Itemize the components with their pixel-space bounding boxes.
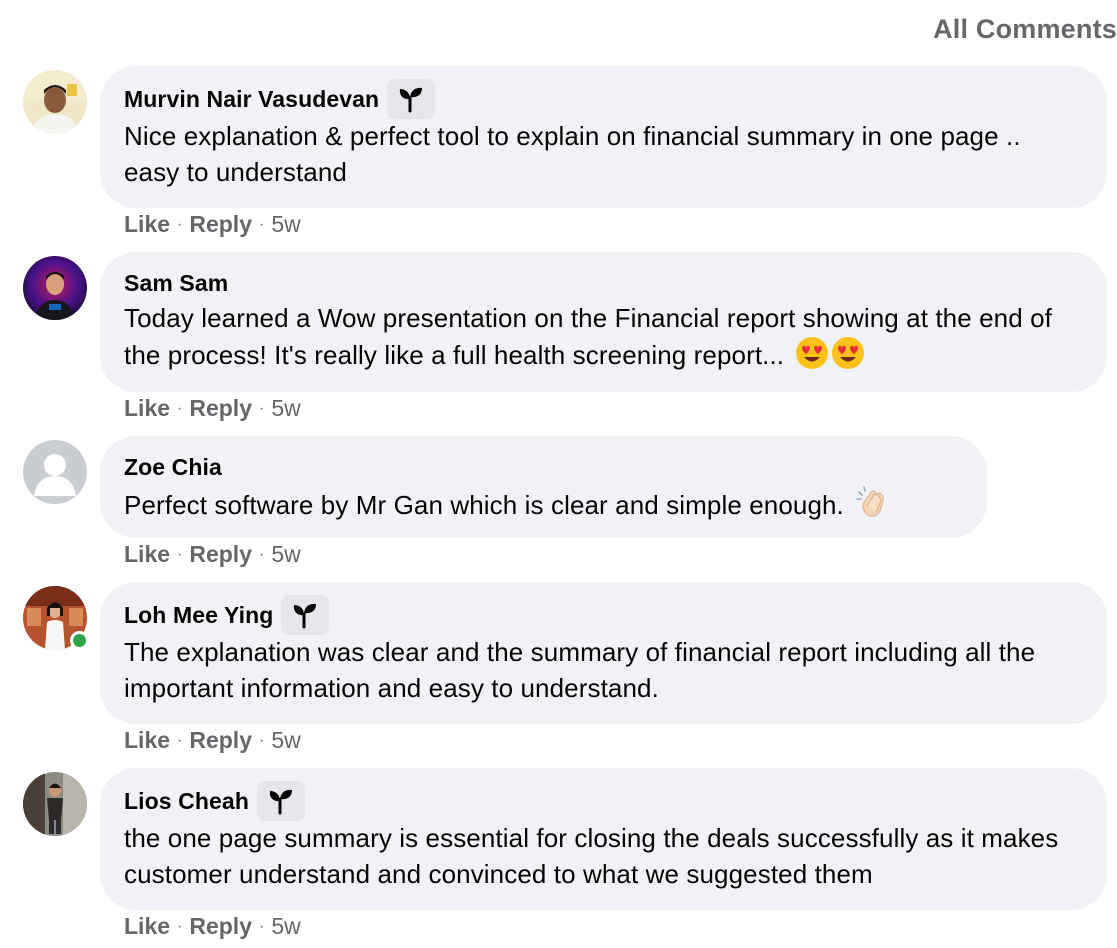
seedling-icon (294, 603, 317, 629)
comment-bubble: Sam Sam Today learned a Wow presentation… (100, 252, 1107, 392)
separator-dot: · (177, 399, 183, 417)
like-button[interactable]: Like (124, 395, 170, 422)
like-button[interactable]: Like (124, 211, 170, 238)
author-name[interactable]: Lios Cheah (124, 788, 249, 815)
reply-button[interactable]: Reply (189, 541, 252, 568)
comment-actions: Like · Reply · 5w (124, 913, 301, 940)
comment-bubble: Zoe Chia Perfect software by Mr Gan whic… (100, 436, 987, 538)
avatar[interactable] (23, 772, 87, 836)
heart-eyes-emoji (795, 336, 829, 379)
avatar[interactable] (23, 586, 89, 650)
separator-dot: · (259, 731, 265, 749)
separator-dot: · (177, 545, 183, 563)
like-button[interactable]: Like (124, 727, 170, 754)
rising-fan-badge[interactable] (256, 781, 305, 821)
avatar[interactable] (23, 440, 87, 504)
avatar[interactable] (23, 70, 87, 134)
comment-filter-dropdown[interactable]: All Comments (933, 14, 1117, 45)
separator-dot: · (259, 545, 265, 563)
comment-bubble: Murvin Nair Vasudevan Nice explanation &… (100, 66, 1107, 208)
separator-dot: · (259, 917, 265, 935)
comment-text: Today learned a Wow presentation on the … (124, 300, 1083, 379)
heart-eyes-emoji (831, 336, 865, 379)
comment-text: Perfect software by Mr Gan which is clea… (124, 484, 963, 529)
avatar[interactable] (23, 256, 87, 320)
timestamp[interactable]: 5w (271, 913, 300, 940)
comment-text: Nice explanation & perfect tool to expla… (124, 121, 1021, 187)
comment-bubble: Lios Cheah the one page summary is essen… (100, 768, 1107, 910)
separator-dot: · (259, 215, 265, 233)
timestamp[interactable]: 5w (271, 541, 300, 568)
seedling-icon (400, 87, 423, 113)
comment-text-content: Today learned a Wow presentation on the … (124, 303, 1053, 370)
comment-actions: Like · Reply · 5w (124, 395, 301, 422)
clapping-hands-emoji (855, 484, 891, 529)
like-button[interactable]: Like (124, 541, 170, 568)
author-name[interactable]: Murvin Nair Vasudevan (124, 86, 379, 113)
comment-bubble: Loh Mee Ying The explanation was clear a… (100, 582, 1107, 724)
separator-dot: · (177, 917, 183, 935)
timestamp[interactable]: 5w (271, 211, 300, 238)
timestamp[interactable]: 5w (271, 727, 300, 754)
rising-fan-badge[interactable] (387, 79, 436, 119)
author-name[interactable]: Loh Mee Ying (124, 602, 273, 629)
rising-fan-badge[interactable] (281, 595, 330, 635)
comment-text: The explanation was clear and the summar… (124, 637, 1036, 703)
author-name[interactable]: Sam Sam (124, 270, 228, 297)
comment-actions: Like · Reply · 5w (124, 727, 301, 754)
separator-dot: · (177, 731, 183, 749)
like-button[interactable]: Like (124, 913, 170, 940)
comment-text: the one page summary is essential for cl… (124, 823, 1059, 889)
seedling-icon (269, 789, 292, 815)
comment-actions: Like · Reply · 5w (124, 211, 301, 238)
separator-dot: · (259, 399, 265, 417)
author-name[interactable]: Zoe Chia (124, 454, 222, 481)
reply-button[interactable]: Reply (189, 913, 252, 940)
comment-text-content: Perfect software by Mr Gan which is clea… (124, 490, 844, 520)
separator-dot: · (177, 215, 183, 233)
reply-button[interactable]: Reply (189, 727, 252, 754)
comment-actions: Like · Reply · 5w (124, 541, 301, 568)
timestamp[interactable]: 5w (271, 395, 300, 422)
reply-button[interactable]: Reply (189, 211, 252, 238)
reply-button[interactable]: Reply (189, 395, 252, 422)
online-status-indicator (70, 631, 89, 650)
